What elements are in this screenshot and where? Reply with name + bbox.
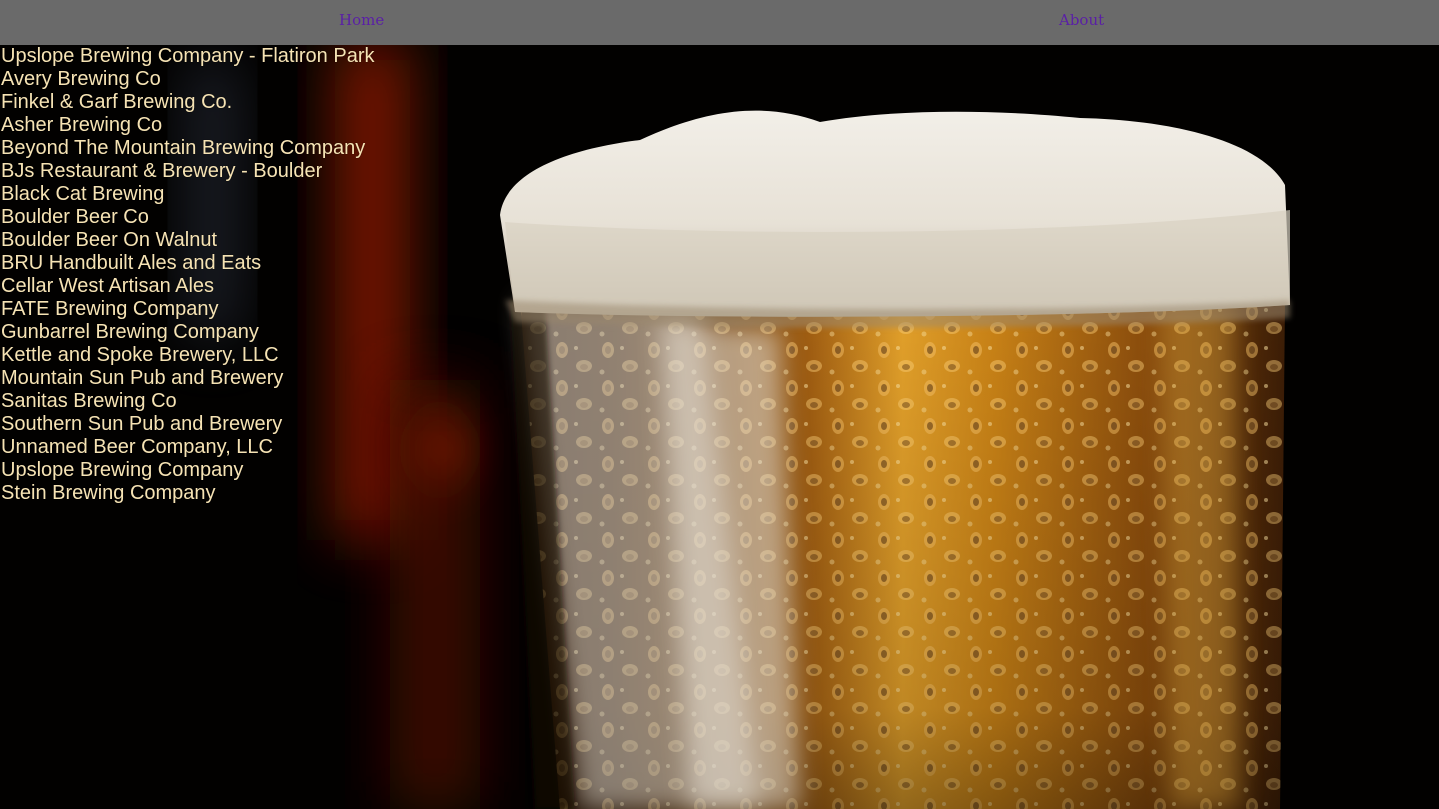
brewery-item[interactable]: Boulder Beer Co xyxy=(1,206,375,229)
brewery-item[interactable]: Black Cat Brewing xyxy=(1,183,375,206)
nav-about-link[interactable]: About xyxy=(1059,11,1104,29)
brewery-item[interactable]: Boulder Beer On Walnut xyxy=(1,229,375,252)
brewery-item[interactable]: Avery Brewing Co xyxy=(1,68,375,91)
brewery-item[interactable]: Upslope Brewing Company xyxy=(1,459,375,482)
brewery-item[interactable]: FATE Brewing Company xyxy=(1,298,375,321)
brewery-item[interactable]: Finkel & Garf Brewing Co. xyxy=(1,91,375,114)
brewery-item[interactable]: Stein Brewing Company xyxy=(1,482,375,505)
brewery-item[interactable]: Mountain Sun Pub and Brewery xyxy=(1,367,375,390)
nav-home-link[interactable]: Home xyxy=(339,11,384,29)
brewery-item[interactable]: Cellar West Artisan Ales xyxy=(1,275,375,298)
brewery-item[interactable]: Unnamed Beer Company, LLC xyxy=(1,436,375,459)
brewery-item[interactable]: BJs Restaurant & Brewery - Boulder xyxy=(1,160,375,183)
brewery-item[interactable]: Beyond The Mountain Brewing Company xyxy=(1,137,375,160)
brewery-item[interactable]: Kettle and Spoke Brewery, LLC xyxy=(1,344,375,367)
brewery-item[interactable]: Gunbarrel Brewing Company xyxy=(1,321,375,344)
brewery-list: Upslope Brewing Company - Flatiron Park … xyxy=(1,45,375,505)
brewery-item[interactable]: Southern Sun Pub and Brewery xyxy=(1,413,375,436)
brewery-item[interactable]: Upslope Brewing Company - Flatiron Park xyxy=(1,45,375,68)
brewery-item[interactable]: Asher Brewing Co xyxy=(1,114,375,137)
brewery-item[interactable]: Sanitas Brewing Co xyxy=(1,390,375,413)
top-navbar: Home About xyxy=(0,0,1439,45)
brewery-item[interactable]: BRU Handbuilt Ales and Eats xyxy=(1,252,375,275)
